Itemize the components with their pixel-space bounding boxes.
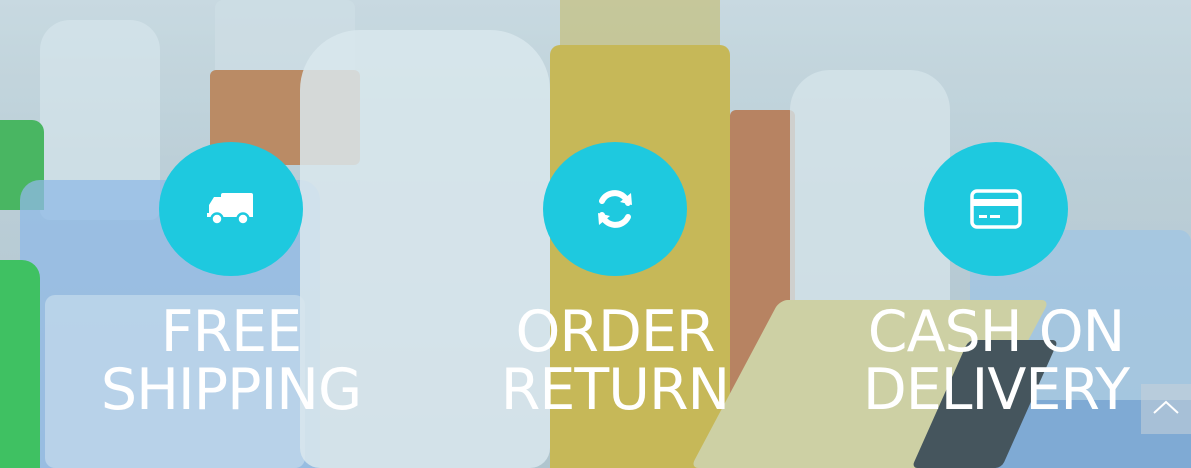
feature-icon-badge <box>543 142 687 276</box>
feature-icon-badge <box>159 142 303 276</box>
chevron-up-icon <box>1152 399 1180 419</box>
feature-title: ORDER RETURN <box>500 299 730 423</box>
refresh-icon <box>594 189 636 229</box>
truck-icon <box>207 191 255 227</box>
feature-icon-badge <box>924 142 1068 276</box>
feature-cash-on-delivery: CASH ON DELIVERY <box>806 142 1186 419</box>
feature-title: FREE SHIPPING <box>100 299 362 423</box>
features-banner: FREE SHIPPING ORDER RETURN CASH ON DELIV… <box>0 0 1191 468</box>
feature-title: CASH ON DELIVERY <box>862 299 1130 423</box>
credit-card-icon <box>970 189 1022 229</box>
feature-free-shipping: FREE SHIPPING <box>41 142 421 419</box>
scroll-to-top-button[interactable] <box>1141 384 1191 434</box>
feature-order-return: ORDER RETURN <box>425 142 805 419</box>
